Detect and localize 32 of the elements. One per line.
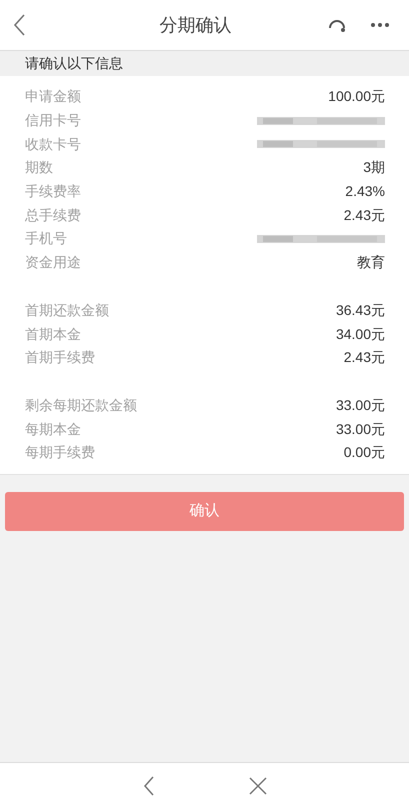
field-label: 首期手续费	[25, 348, 95, 368]
field-value: 0.00元	[344, 443, 385, 462]
field-value: 36.43元	[336, 300, 385, 320]
field-label: 每期本金	[25, 420, 81, 439]
field-label: 期数	[25, 158, 53, 178]
back-icon[interactable]	[142, 776, 154, 796]
field-value: 100.00元	[328, 87, 385, 106]
field-value: 3期	[363, 158, 385, 178]
close-icon[interactable]	[248, 776, 266, 794]
confirm-button[interactable]: 确认	[5, 492, 404, 531]
field-label: 信用卡号	[25, 111, 81, 130]
field-value: 2.43元	[344, 348, 385, 368]
field-label: 申请金额	[25, 87, 81, 106]
back-icon[interactable]	[12, 13, 26, 37]
field-label: 首期还款金额	[25, 300, 109, 320]
field-value: 2.43%	[345, 182, 385, 202]
field-label: 手机号	[25, 229, 67, 248]
field-value: 33.00元	[336, 420, 385, 439]
page-title: 分期确认	[160, 14, 232, 36]
field-value: 教育	[357, 253, 385, 272]
section-title: 请确认以下信息	[25, 54, 123, 73]
field-label: 总手续费	[25, 206, 81, 225]
field-label: 剩余每期还款金额	[25, 396, 137, 415]
field-label: 首期本金	[25, 324, 81, 344]
field-label: 资金用途	[25, 253, 81, 272]
field-value: 33.00元	[336, 396, 385, 415]
field-label: 收款卡号	[25, 134, 81, 154]
field-label: 手续费率	[25, 182, 81, 202]
field-value: 34.00元	[336, 324, 385, 344]
more-icon[interactable]	[371, 23, 389, 27]
field-value: 2.43元	[344, 206, 385, 225]
field-label: 每期手续费	[25, 443, 95, 462]
